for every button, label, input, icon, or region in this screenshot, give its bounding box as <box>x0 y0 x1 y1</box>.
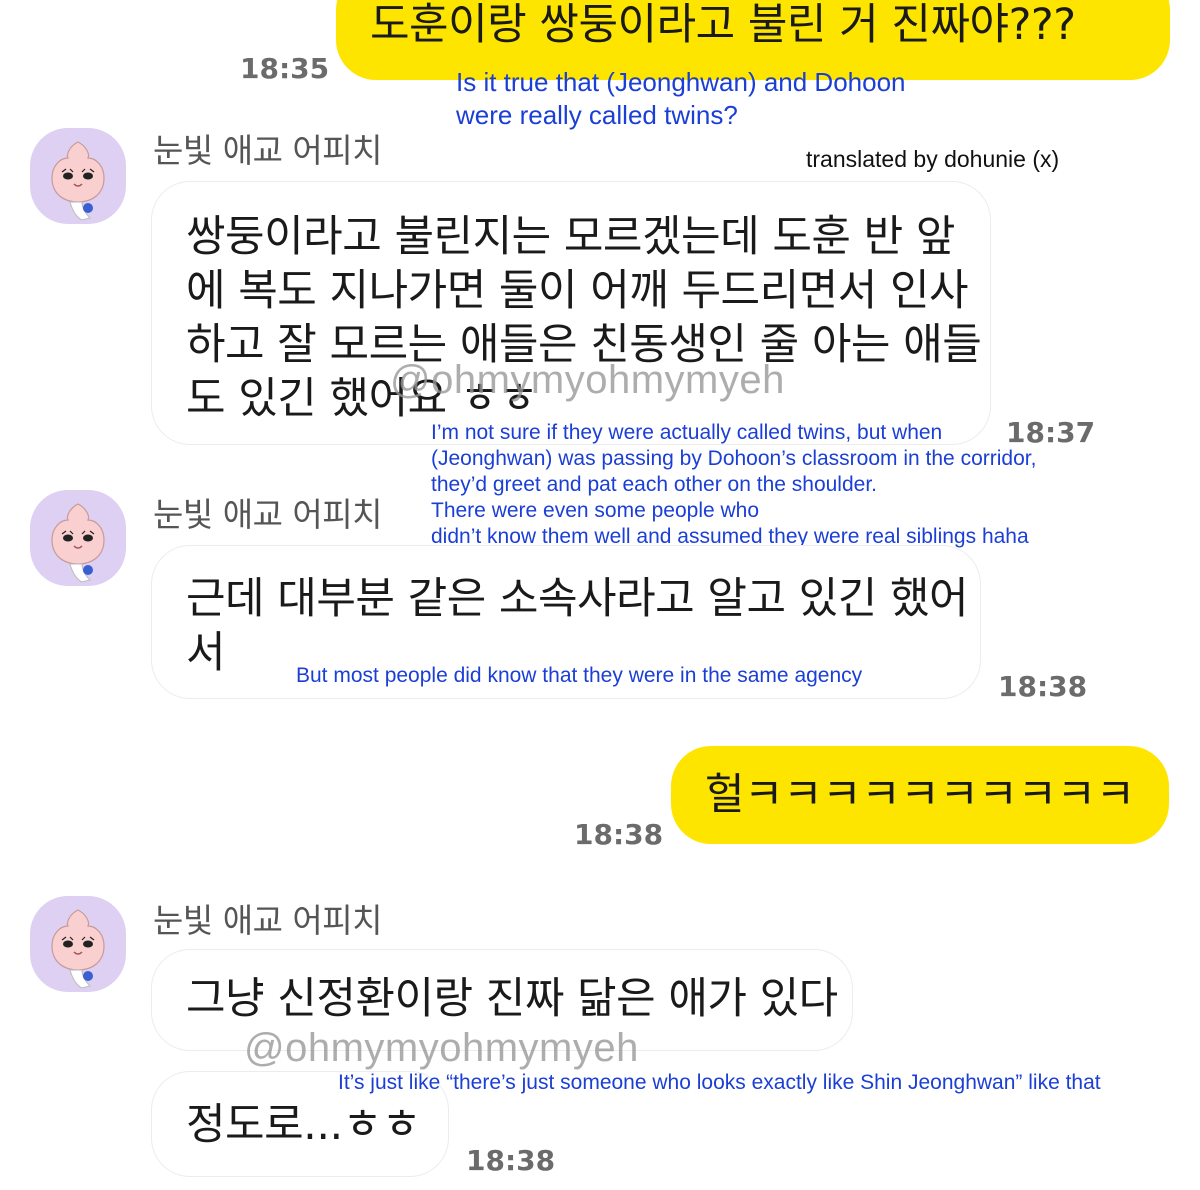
message-text: 도훈이랑 쌍둥이라고 불린 거 진짜야??? <box>370 0 1076 50</box>
watermark: @ohmymyohmymyeh <box>390 358 785 402</box>
apeach-avatar-icon[interactable] <box>30 490 126 586</box>
message-text: 정도로...ㅎㅎ <box>186 1100 421 1150</box>
translator-credit: translated by dohunie (x) <box>806 146 1060 172</box>
message-text: 헐ㅋㅋㅋㅋㅋㅋㅋㅋㅋㅋ <box>705 770 1135 820</box>
message-line: 쌍둥이라고 불린지는 모르겠는데 도훈 반 앞 <box>186 212 955 262</box>
incoming-message-bubble[interactable]: 쌍둥이라고 불린지는 모르겠는데 도훈 반 앞 에 복도 지나가면 둘이 어깨 … <box>152 182 990 444</box>
message-line: 근데 대부분 같은 소속사라고 알고 있긴 했어 <box>186 574 969 624</box>
translation-text: I’m not sure if they were actually calle… <box>431 421 1037 548</box>
message-time: 18:38 <box>998 670 1088 703</box>
message-text: 그냥 신정환이랑 진짜 닮은 애가 있다 <box>186 974 838 1024</box>
sender-name: 눈빛 애교 어피치 <box>153 131 383 170</box>
outgoing-message-bubble[interactable]: 헐ㅋㅋㅋㅋㅋㅋㅋㅋㅋㅋ <box>671 746 1169 844</box>
translation-text: It’s just like “there’s just someone who… <box>338 1071 1101 1094</box>
message-time: 18:38 <box>466 1144 556 1177</box>
message-time: 18:35 <box>240 52 330 85</box>
message-line: 에 복도 지나가면 둘이 어깨 두드리면서 인사 <box>186 266 969 316</box>
watermark: @ohmymyohmymyeh <box>244 1026 639 1070</box>
sender-name: 눈빛 애교 어피치 <box>153 495 383 534</box>
apeach-avatar-icon[interactable] <box>30 128 126 224</box>
message-time: 18:38 <box>574 818 664 851</box>
apeach-avatar-icon[interactable] <box>30 896 126 992</box>
translation-text: Is it true that (Jeonghwan) and Dohoon w… <box>456 67 906 130</box>
sender-name: 눈빛 애교 어피치 <box>153 901 383 940</box>
translation-text: But most people did know that they were … <box>296 664 863 687</box>
